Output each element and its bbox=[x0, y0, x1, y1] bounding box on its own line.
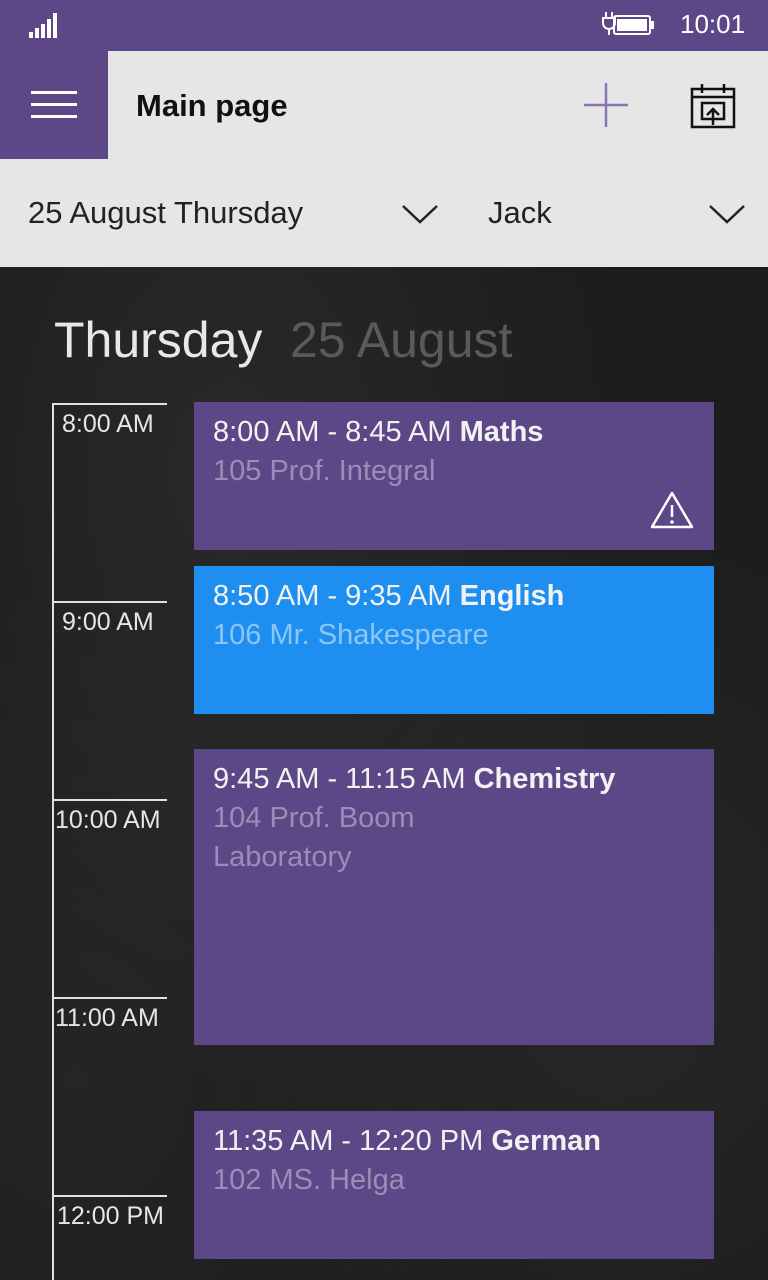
lesson-subject: Chemistry bbox=[473, 763, 616, 795]
lesson-time: 8:00 AM - 8:45 AM Maths bbox=[213, 416, 544, 448]
calendar-export-icon[interactable] bbox=[688, 81, 738, 131]
lesson-room-teacher: 102 MS. Helga bbox=[213, 1164, 405, 1196]
time-label: 8:00 AM bbox=[62, 410, 154, 438]
lesson-subject: German bbox=[491, 1125, 601, 1157]
timeline-tick bbox=[52, 799, 167, 801]
timeline-axis bbox=[52, 403, 54, 1280]
timeline-tick bbox=[52, 997, 167, 999]
schedule-board: Thursday 25 August 8:00 AM 9:00 AM 10:00… bbox=[0, 267, 768, 1280]
date-heading: 25 August bbox=[290, 312, 513, 368]
time-label: 10:00 AM bbox=[55, 806, 161, 834]
timeline-tick bbox=[52, 1195, 167, 1197]
hamburger-menu-button[interactable] bbox=[0, 51, 108, 159]
time-label: 12:00 PM bbox=[57, 1202, 165, 1230]
battery-icon bbox=[602, 12, 654, 35]
warning-icon bbox=[650, 491, 694, 529]
app-bar: Main page bbox=[0, 51, 768, 159]
lesson-room-teacher: 106 Mr. Shakespeare bbox=[213, 619, 489, 651]
hamburger-menu-icon bbox=[31, 91, 77, 118]
lesson-room-teacher: 105 Prof. Integral bbox=[213, 455, 436, 487]
lesson-time: 8:50 AM - 9:35 AM English bbox=[213, 580, 565, 612]
weekday-heading: Thursday bbox=[54, 312, 263, 368]
chevron-down-icon[interactable] bbox=[708, 203, 746, 225]
lesson-card-english[interactable]: 8:50 AM - 9:35 AM English 106 Mr. Shakes… bbox=[194, 566, 714, 714]
timeline-tick bbox=[52, 403, 167, 405]
chevron-down-icon[interactable] bbox=[401, 203, 439, 225]
date-dropdown[interactable]: 25 August Thursday bbox=[28, 195, 303, 231]
timeline-tick bbox=[52, 601, 167, 603]
lesson-room-teacher: 104 Prof. Boom bbox=[213, 802, 415, 834]
lesson-time: 9:45 AM - 11:15 AM Chemistry bbox=[213, 763, 616, 795]
lesson-card-chemistry[interactable]: 9:45 AM - 11:15 AM Chemistry 104 Prof. B… bbox=[194, 749, 714, 1045]
lesson-subject: Maths bbox=[459, 416, 544, 448]
status-clock: 10:01 bbox=[680, 9, 746, 39]
time-label: 11:00 AM bbox=[55, 1004, 159, 1032]
lesson-card-german[interactable]: 11:35 AM - 12:20 PM German 102 MS. Helga bbox=[194, 1111, 714, 1259]
status-bar: 10:01 bbox=[0, 0, 768, 51]
add-icon[interactable] bbox=[582, 81, 630, 129]
lesson-subject: English bbox=[459, 580, 565, 612]
time-label: 9:00 AM bbox=[62, 608, 154, 636]
selector-bar: 25 August Thursday Jack bbox=[0, 159, 768, 267]
lesson-time: 11:35 AM - 12:20 PM German bbox=[213, 1125, 601, 1157]
lesson-location: Laboratory bbox=[213, 841, 352, 873]
person-dropdown[interactable]: Jack bbox=[488, 195, 552, 231]
lesson-card-maths[interactable]: 8:00 AM - 8:45 AM Maths 105 Prof. Integr… bbox=[194, 402, 714, 550]
page-title: Main page bbox=[136, 88, 288, 123]
signal-icon bbox=[29, 13, 57, 38]
